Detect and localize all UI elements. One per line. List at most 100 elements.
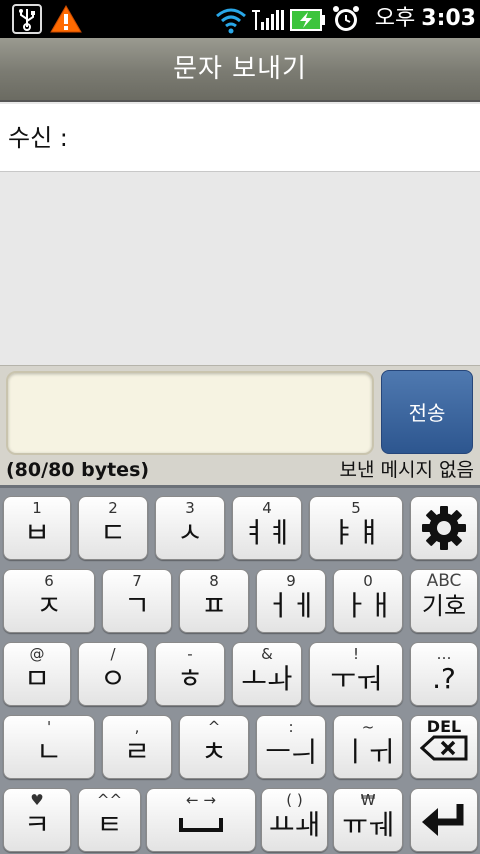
key-ch[interactable]: ^ ㅊ <box>179 715 249 779</box>
settings-key[interactable] <box>410 496 478 560</box>
key-hint: 2 <box>108 499 118 517</box>
key-hint: @ <box>29 645 45 663</box>
key-hint: : <box>288 718 294 736</box>
key-label: ㅠㅞ <box>342 808 394 841</box>
key-g[interactable]: 7ㄱ <box>102 569 172 633</box>
key-label: ㅏㅐ <box>342 589 394 622</box>
settings-gear-icon <box>411 497 477 559</box>
warning-icon <box>50 4 82 34</box>
symbol-mode-key[interactable]: ABC 기호 <box>410 569 478 633</box>
recipient-label: 수신 : <box>8 124 68 152</box>
backspace-icon <box>411 735 477 768</box>
key-hint: 0 <box>363 572 373 590</box>
key-hint: ABC <box>426 571 462 591</box>
key-o[interactable]: & ㅗㅘ <box>232 642 302 706</box>
message-thread-area <box>0 173 480 365</box>
key-h[interactable]: -ㅎ <box>155 642 225 706</box>
key-hint: ♥ <box>30 791 44 809</box>
send-button[interactable]: 전송 <box>381 370 473 454</box>
key-label: ㅜㅝ <box>330 662 382 695</box>
enter-icon <box>411 789 477 851</box>
key-label: ㅛㅙ <box>268 808 321 841</box>
key-hint: 8 <box>209 572 219 590</box>
key-b[interactable]: 1ㅂ <box>3 496 71 560</box>
key-label: ㅍ <box>201 589 227 622</box>
wifi-icon <box>214 6 248 34</box>
key-ya[interactable]: 5 ㅑㅒ <box>309 496 403 560</box>
space-key[interactable]: ← → <box>146 788 256 852</box>
key-eu[interactable]: : ㅡㅢ <box>256 715 326 779</box>
key-label: ㅊ <box>201 735 227 768</box>
key-t[interactable]: ^^ ㅌ <box>78 788 141 852</box>
key-hint: ^^ <box>96 791 123 809</box>
message-input[interactable] <box>6 371 374 455</box>
delete-key[interactable]: DEL <box>410 715 478 779</box>
key-label: ㅅ <box>177 516 203 549</box>
korean-keyboard: 1ㅂ 2ㄷ 3ㅅ 4 ㅕㅖ 5 ㅑㅒ 6ㅈ 7ㄱ 8ㅍ 9 ㅓㅔ 0 ㅏㅐ ABC 기호 … <box>0 485 480 854</box>
key-label: .? <box>432 662 456 695</box>
key-label: ㅣㅟ <box>342 735 394 768</box>
key-hint: ( ) <box>286 791 303 809</box>
page-title: 문자 보내기 <box>173 54 307 84</box>
key-u[interactable]: ! ㅜㅝ <box>309 642 403 706</box>
key-i[interactable]: ~ ㅣㅟ <box>333 715 403 779</box>
key-m[interactable]: @ ㅁ <box>3 642 71 706</box>
key-p[interactable]: 8ㅍ <box>179 569 249 633</box>
sent-status: 보낸 메시지 없음 <box>339 459 474 481</box>
key-s[interactable]: 3ㅅ <box>155 496 225 560</box>
key-hint: 1 <box>32 499 42 517</box>
key-label: ㅁ <box>24 662 50 695</box>
key-d[interactable]: 2ㄷ <box>78 496 148 560</box>
status-bar: 오후 3:03 <box>0 0 480 38</box>
key-yeo[interactable]: 4 ㅕㅖ <box>232 496 302 560</box>
key-hint: ₩ <box>360 791 376 809</box>
key-label: ㅈ <box>36 589 62 622</box>
compose-bar: 전송 <box>0 365 480 455</box>
key-a[interactable]: 0 ㅏㅐ <box>333 569 403 633</box>
compose-status-row: (80/80 bytes) 보낸 메시지 없음 <box>0 455 480 485</box>
key-label: 기호 <box>421 592 467 620</box>
title-bar: 문자 보내기 <box>0 38 480 102</box>
key-hint: & <box>261 645 273 663</box>
key-label: ㅗㅘ <box>241 662 293 695</box>
key-r[interactable]: ,ㄹ <box>102 715 172 779</box>
key-ng[interactable]: / ㅇ <box>78 642 148 706</box>
key-yu[interactable]: ₩ ㅠㅞ <box>333 788 403 852</box>
space-icon <box>147 809 255 841</box>
key-k[interactable]: ♥ ㅋ <box>3 788 71 852</box>
key-label: ㅓㅔ <box>265 589 317 622</box>
key-yo[interactable]: ( ) ㅛㅙ <box>261 788 328 852</box>
key-hint: 7 <box>132 572 142 590</box>
key-label: ㅋ <box>24 808 50 841</box>
key-hint: ~ <box>361 718 375 736</box>
key-hint: , <box>134 718 140 736</box>
status-clock: 오후 3:03 <box>370 5 476 33</box>
status-ampm: 오후 <box>374 6 416 31</box>
key-hint: / <box>110 645 116 663</box>
key-label: ㅕㅖ <box>241 516 293 549</box>
key-eo[interactable]: 9 ㅓㅔ <box>256 569 326 633</box>
byte-counter: (80/80 bytes) <box>6 459 150 481</box>
key-label: ㅂ <box>24 516 50 549</box>
key-hint: - <box>187 645 193 663</box>
key-label: ㄹ <box>124 735 150 768</box>
key-hint: 5 <box>351 499 361 517</box>
recipient-field[interactable]: 수신 : <box>0 104 480 260</box>
punctuation-key[interactable]: ….? <box>410 642 478 706</box>
signal-icon <box>252 8 286 32</box>
key-hint: … <box>436 645 452 663</box>
alarm-icon <box>332 5 360 33</box>
key-label: ㅎ <box>177 662 203 695</box>
enter-key[interactable] <box>410 788 478 852</box>
key-n[interactable]: ' ㄴ <box>3 715 95 779</box>
key-hint: ← → <box>186 791 216 809</box>
key-hint: 6 <box>44 572 54 590</box>
key-hint: 9 <box>286 572 296 590</box>
key-label: ㄴ <box>36 735 62 768</box>
battery-charging-icon <box>290 9 326 31</box>
usb-icon <box>12 4 42 34</box>
key-hint: ! <box>352 645 359 663</box>
status-time: 3:03 <box>421 6 476 31</box>
key-j[interactable]: 6ㅈ <box>3 569 95 633</box>
key-hint: ^ <box>207 718 221 736</box>
